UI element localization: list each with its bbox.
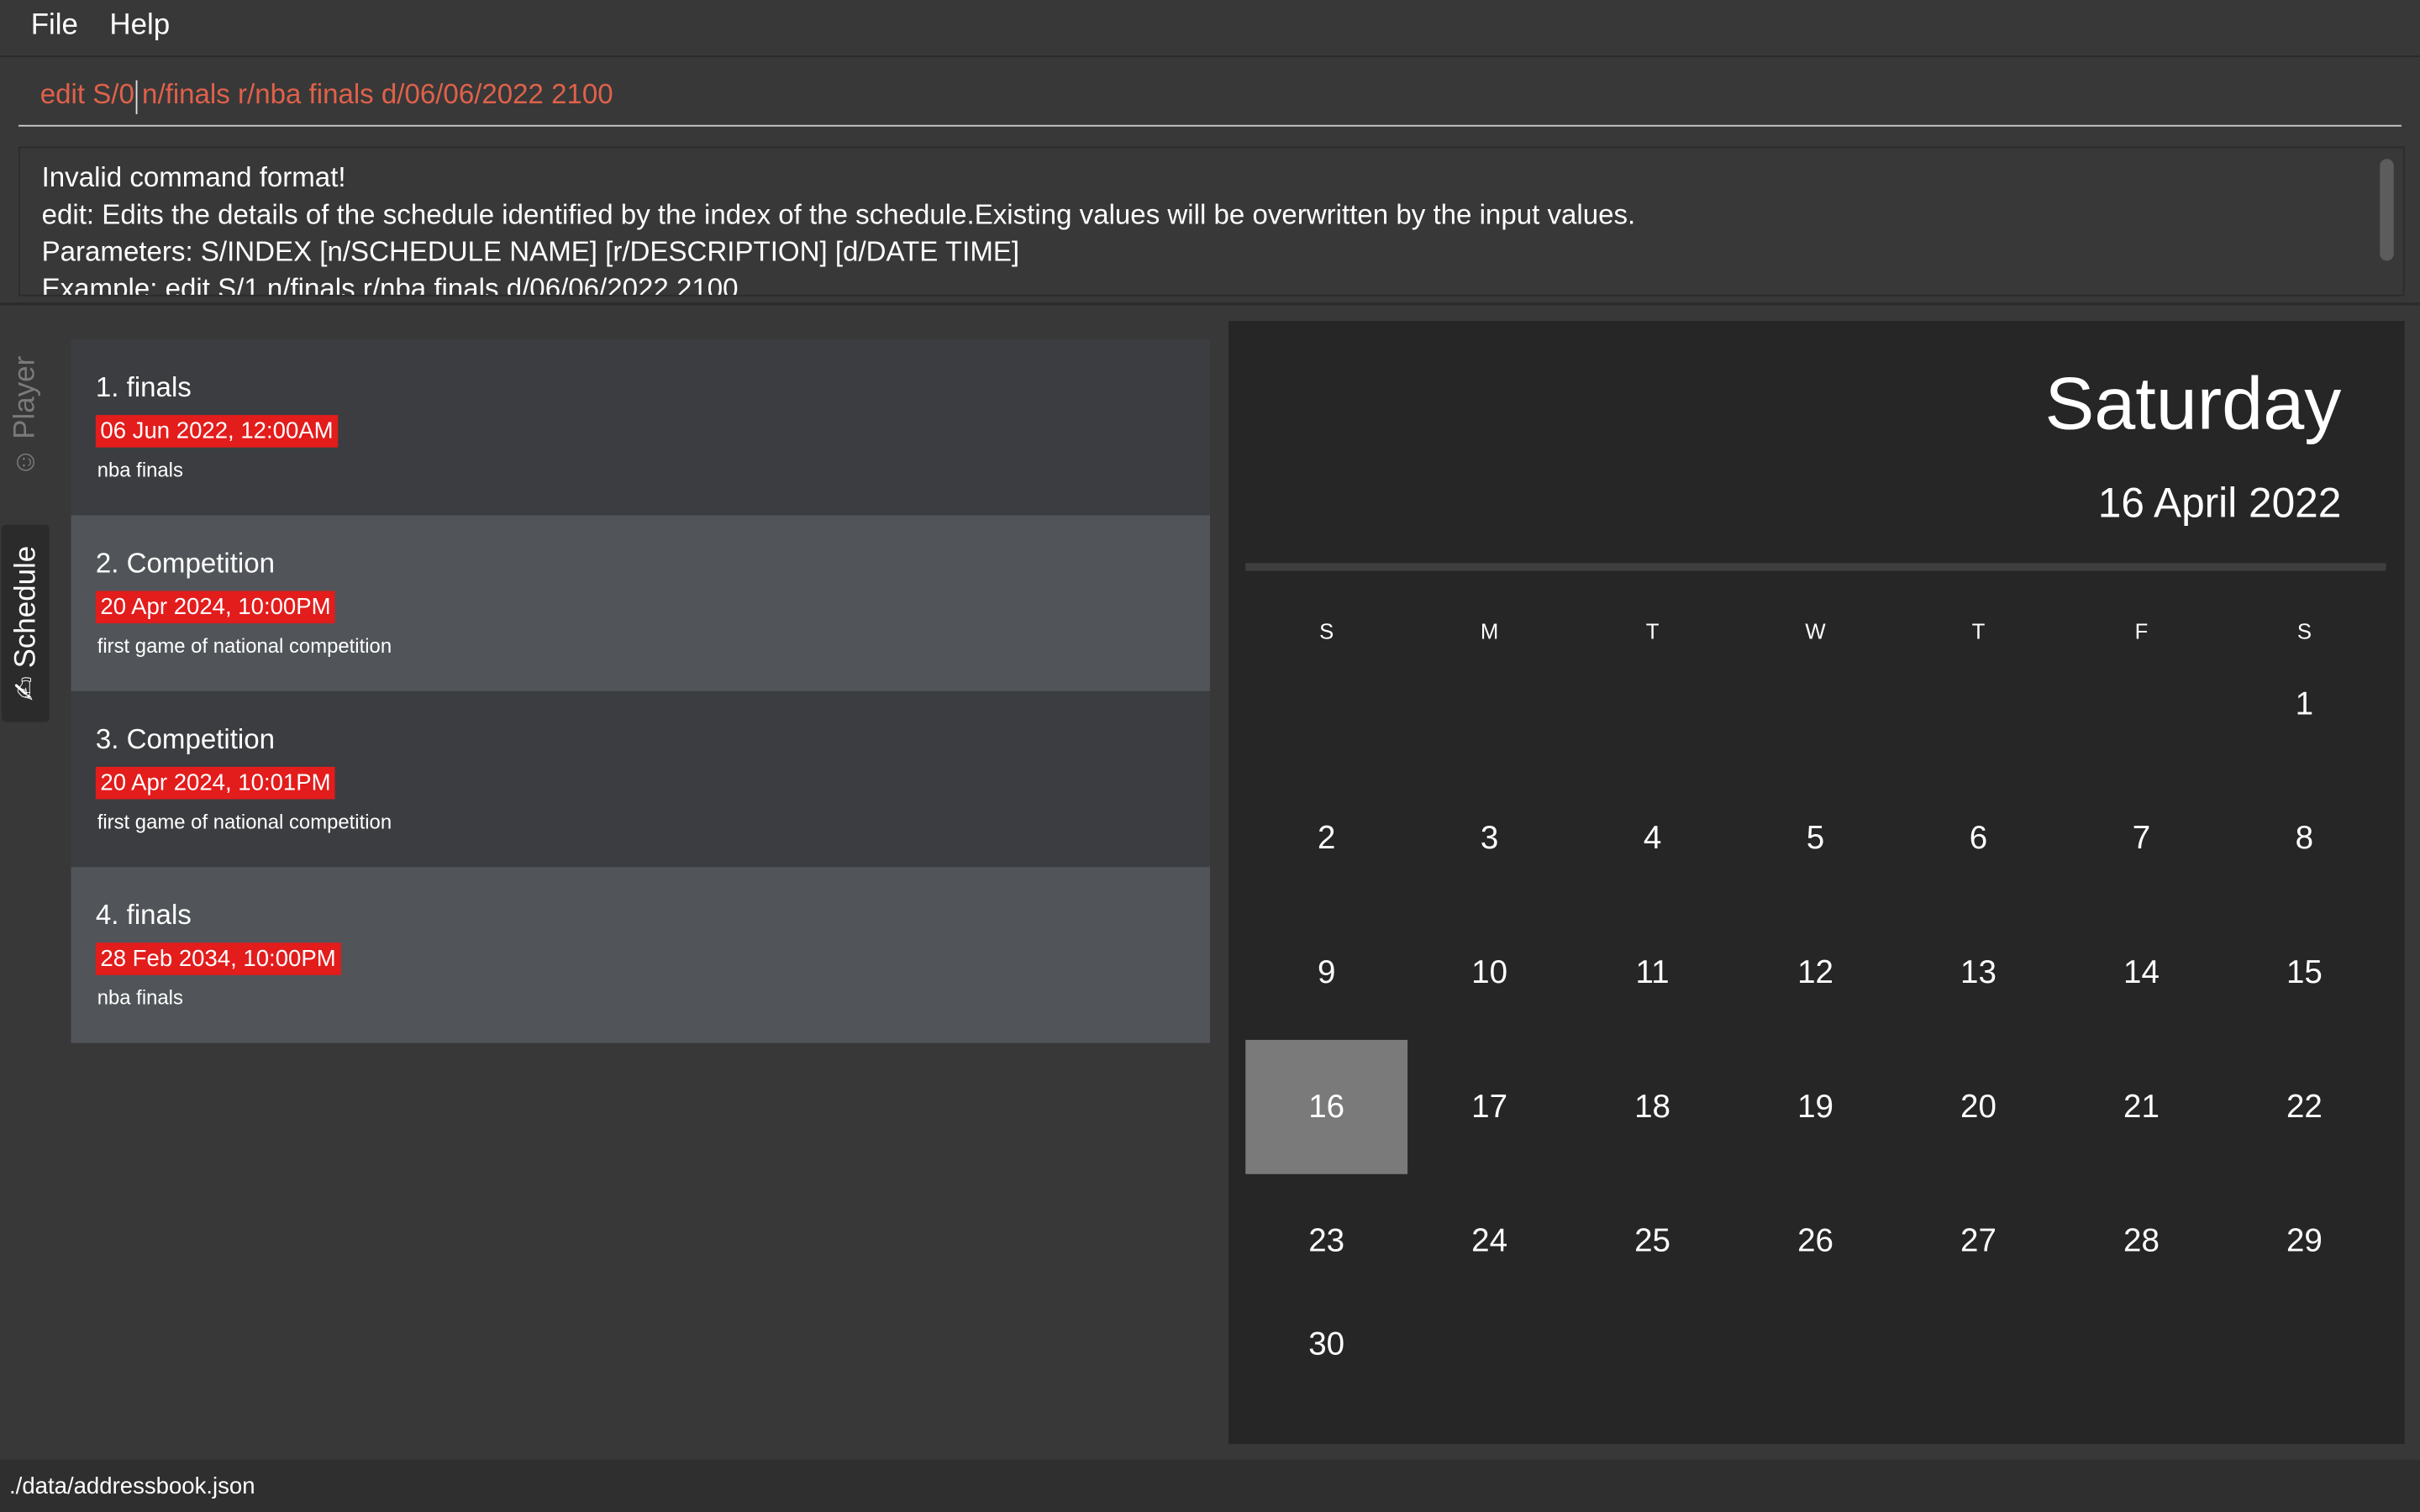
schedule-description: nba finals	[97, 458, 183, 482]
calendar-day[interactable]: 10	[1408, 906, 1570, 1040]
calendar-day[interactable]: 30	[1245, 1278, 1407, 1412]
calendar-day[interactable]: 17	[1408, 1040, 1570, 1174]
calendar-day[interactable]: 19	[1734, 1040, 1897, 1174]
menu-file[interactable]: File	[31, 9, 78, 43]
result-scrollbar[interactable]	[2380, 159, 2394, 261]
menu-help[interactable]: Help	[109, 9, 170, 43]
calendar-day[interactable]: 5	[1734, 771, 1897, 906]
schedule-description: first game of national competition	[97, 633, 392, 658]
calendar-day[interactable]: 27	[1897, 1174, 2060, 1309]
schedule-title: 3. Competition	[95, 723, 276, 755]
calendar-day[interactable]: 26	[1734, 1174, 1897, 1309]
calendar-day[interactable]: 20	[1897, 1040, 2060, 1174]
calendar-day[interactable]: 12	[1734, 906, 1897, 1040]
calendar-day[interactable]: 13	[1897, 906, 2060, 1040]
schedule-card[interactable]: 3. Competition 20 Apr 2024, 10:01PM firs…	[71, 690, 1211, 868]
schedule-date-badge: 20 Apr 2024, 10:00PM	[95, 591, 336, 624]
command-input[interactable]: edit S/0 n/finals r/nba finals d/06/06/2…	[40, 79, 613, 112]
calendar-panel: Saturday 16 April 2022 SMTWTFS1234567891…	[1228, 321, 2405, 1445]
schedule-description: first game of national competition	[97, 810, 392, 833]
calendar-day[interactable]: 8	[2223, 771, 2386, 906]
calendar-weekday: Saturday	[2044, 364, 2342, 446]
tab-schedule[interactable]: ✍ Schedule	[1, 524, 50, 722]
schedule-title: 1. finals	[95, 371, 192, 403]
calendar-day[interactable]: 25	[1571, 1174, 1733, 1309]
calendar-day[interactable]: 1	[2223, 638, 2386, 772]
status-file-path: ./data/addressbook.json	[9, 1473, 255, 1500]
calendar-day[interactable]: 6	[1897, 771, 2060, 906]
calendar-day[interactable]: 7	[2060, 771, 2223, 906]
calendar-day[interactable]: 2	[1245, 771, 1407, 906]
calendar-weekday-header: T	[1971, 618, 1986, 643]
calendar-day[interactable]: 29	[2223, 1174, 2386, 1309]
calendar-weekday-header: M	[1480, 618, 1499, 643]
calendar-day-selected[interactable]: 16	[1245, 1039, 1408, 1174]
menu-bar: File Help	[0, 0, 2420, 57]
calendar-day[interactable]: 14	[2060, 906, 2223, 1040]
schedule-card[interactable]: 2. Competition 20 Apr 2024, 10:00PM firs…	[71, 515, 1211, 691]
calendar-day[interactable]: 9	[1245, 906, 1407, 1040]
calendar-weekday-header: F	[2134, 618, 2149, 643]
result-line-1: Invalid command format!	[41, 161, 346, 193]
calendar-weekday-header: S	[1319, 618, 1334, 643]
calendar-day[interactable]: 11	[1571, 906, 1733, 1040]
text-caret	[135, 80, 138, 114]
calendar-day[interactable]: 18	[1571, 1040, 1733, 1174]
result-display[interactable]: Invalid command format! edit: Edits the …	[18, 146, 2405, 297]
schedule-card[interactable]: 4. finals 28 Feb 2034, 10:00PM nba final…	[71, 867, 1211, 1043]
schedule-date-badge: 28 Feb 2034, 10:00PM	[95, 942, 341, 975]
schedule-card[interactable]: 1. finals 06 Jun 2022, 12:00AM nba final…	[71, 339, 1211, 516]
calendar-day[interactable]: 22	[2223, 1040, 2386, 1174]
calendar-day[interactable]: 15	[2223, 906, 2386, 1040]
result-line-3: Parameters: S/INDEX [n/SCHEDULE NAME] [r…	[41, 236, 1020, 267]
schedule-title: 2. Competition	[95, 548, 276, 579]
calendar-weekday-header: T	[1645, 618, 1660, 643]
schedule-title: 4. finals	[95, 899, 192, 931]
calendar-date: 16 April 2022	[2097, 480, 2342, 527]
calendar-day[interactable]: 4	[1571, 771, 1733, 906]
result-line-2: edit: Edits the details of the schedule …	[41, 198, 1636, 230]
status-bar: ./data/addressbook.json	[0, 1459, 2420, 1512]
schedule-date-badge: 06 Jun 2022, 12:00AM	[95, 415, 339, 448]
tab-player-label: ☺ Player	[8, 355, 41, 478]
calendar-day[interactable]: 21	[2060, 1040, 2223, 1174]
calendar-day[interactable]: 3	[1408, 771, 1570, 906]
schedule-list[interactable]: 1. finals 06 Jun 2022, 12:00AM nba final…	[71, 339, 1211, 1043]
schedule-description: nba finals	[97, 985, 183, 1010]
calendar-weekday-header: W	[1805, 618, 1826, 643]
command-underline	[18, 124, 2402, 127]
calendar-day[interactable]: 28	[2060, 1174, 2223, 1309]
tab-player[interactable]: ☺ Player	[1, 330, 50, 503]
calendar-divider	[1245, 563, 2386, 571]
result-line-4: Example: edit S/1 n/finals r/nba finals …	[41, 273, 739, 297]
command-box[interactable]: edit S/0 n/finals r/nba finals d/06/06/2…	[0, 56, 2420, 134]
section-divider	[0, 302, 2420, 306]
tab-schedule-label: ✍ Schedule	[9, 545, 42, 701]
calendar-day[interactable]: 24	[1408, 1174, 1570, 1309]
schedule-date-badge: 20 Apr 2024, 10:01PM	[95, 766, 336, 800]
